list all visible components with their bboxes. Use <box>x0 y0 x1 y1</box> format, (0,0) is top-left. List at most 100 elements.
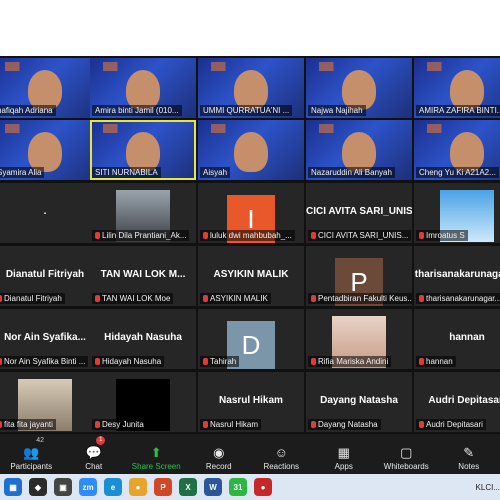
participant-tile-audri-depitasari[interactable]: Audri Depitasari Audri Depitasari <box>414 372 500 432</box>
notes-button[interactable]: ✎ Notes <box>438 434 500 474</box>
mic-muted-icon <box>203 232 208 239</box>
participant-name: Hidayah Nasuha <box>102 357 162 366</box>
edge-browser-icon[interactable]: e <box>104 478 122 496</box>
participant-name: Pentadbiran Fakulti Keus... <box>318 294 412 303</box>
participant-name: Aisyah <box>203 168 228 177</box>
participant-tile-imroatus[interactable]: Imroatus S <box>414 183 500 243</box>
participant-tile-asyikin-malik[interactable]: ASYIKIN MALIK ASYIKIN MALIK <box>198 246 304 306</box>
participant-name-tag: Dianatul Fitriyah <box>0 293 65 304</box>
record-button[interactable]: ◉ Record <box>188 434 251 474</box>
participant-tile-hidayah-nasuha[interactable]: Hidayah Nasuha Hidayah Nasuha <box>90 309 196 369</box>
participant-name-tag: ASYIKIN MALIK <box>200 293 271 304</box>
participants-count: 42 <box>36 437 45 444</box>
participant-display-name: ASYIKIN MALIK <box>213 268 289 280</box>
participant-name: ASYIKIN MALIK <box>210 294 268 303</box>
participant-tile-tahirah[interactable]: D Tahirah <box>198 309 304 369</box>
zoom-app-icon[interactable]: zm <box>79 478 97 496</box>
participant-tile-dianatul-fitriyah[interactable]: Dianatul Fitriyah Dianatul Fitriyah <box>0 246 98 306</box>
participant-display-name: tharisanakarunagaran <box>414 268 500 280</box>
participant-name-tag: Lilin Dila Prantiani_Ak... <box>92 230 190 241</box>
reactions-icon: ☺ <box>274 445 288 460</box>
participant-tile-luluk-dwi[interactable]: Iluluk dwi mahbubah_... <box>198 183 304 243</box>
participant-name-tag: hannan <box>416 356 456 367</box>
security-shield-icon[interactable]: ◆ <box>29 478 47 496</box>
share-screen-button[interactable]: ⬆ Share Screen <box>125 434 188 474</box>
apps-icon: ▦ <box>337 445 350 460</box>
record-icon: ◉ <box>213 445 225 460</box>
participant-tile-nor-ain-syafika[interactable]: Nor Ain Syafika... Nor Ain Syafika Binti … <box>0 309 98 369</box>
os-taskbar: ▦ ◆ ▣ zm e ● P X W 31 ● KLCI... <box>0 474 500 500</box>
participant-name-tag: Najwa Najihah <box>308 105 366 116</box>
participant-name-tag: Amira binti Jamil (010... <box>92 105 182 116</box>
windows-start-icon[interactable]: ▦ <box>4 478 22 496</box>
reactions-button[interactable]: ☺ Reactions <box>250 434 313 474</box>
whiteboards-button[interactable]: ▢ Whiteboards <box>375 434 438 474</box>
participant-name: Rifia Mariska Andini <box>318 357 389 366</box>
mic-muted-icon <box>311 421 316 428</box>
apps-button[interactable]: ▦ Apps <box>313 434 376 474</box>
participant-tile-syamira-alia[interactable]: Syamira Alia <box>0 120 98 180</box>
participant-tile-tan-wai-lok[interactable]: TAN WAI LOK M... TAN WAI LOK Moe <box>90 246 196 306</box>
participant-display-name: Dayang Natasha <box>320 394 398 406</box>
participant-tile-rifia-mariska[interactable]: Rifia Mariska Andini <box>306 309 412 369</box>
participant-tile-najwa-najihah[interactable]: Najwa Najihah <box>306 58 412 118</box>
participant-tile-desy-junita[interactable]: Desy Junita <box>90 372 196 432</box>
klci-ticker[interactable]: KLCI... <box>476 483 500 492</box>
participant-name: Syamira Alia <box>0 168 42 177</box>
participant-tile-cheng-yu-ki[interactable]: Cheng Yu Ki A21A2... <box>414 120 500 180</box>
participant-name-tag: UMMI QURRATUA'NI ... <box>200 105 293 116</box>
participant-tile-amira-zafira[interactable]: AMIRA ZAFIRA BINTI... <box>414 58 500 118</box>
zoom-app-label: zm <box>82 482 94 492</box>
participant-name-tag: Audri Depitasari <box>416 419 486 430</box>
participant-name-tag: tharisanakarunagar... <box>416 293 500 304</box>
word-icon[interactable]: W <box>204 478 222 496</box>
participant-display-name: CICI AVITA SARI_UNIS... <box>306 205 412 217</box>
participant-name-tag: Nor Ain Syafika Binti ... <box>0 356 89 367</box>
participant-name: Imroatus S <box>426 231 465 240</box>
chrome-profile-icon[interactable]: ● <box>254 478 272 496</box>
participant-tile-dot-user[interactable]: . <box>0 183 98 243</box>
participant-tile-nazaruddin[interactable]: Nazaruddin Ali Banyah <box>306 120 412 180</box>
share-screen-icon: ⬆ <box>150 445 162 460</box>
participant-tile-pentadbiran[interactable]: P Pentadbiran Fakulti Keus... <box>306 246 412 306</box>
participant-name: Nor Ain Syafika Binti ... <box>4 357 86 366</box>
chat-button[interactable]: 💬 1 Chat <box>63 434 126 474</box>
participant-tile-nasrul-hikam[interactable]: Nasrul Hikam Nasrul Hikam <box>198 372 304 432</box>
participant-tile-tharisanakarunagaran[interactable]: tharisanakarunagaran tharisanakarunagar..… <box>414 246 500 306</box>
powerpoint-icon[interactable]: P <box>154 478 172 496</box>
participant-tile-cici-avita[interactable]: CICI AVITA SARI_UNIS... CICI AVITA SARI_U… <box>306 183 412 243</box>
participant-name-tag: hafiqah Adriana <box>0 105 56 116</box>
participant-display-name: Audri Depitasari <box>428 394 500 406</box>
mic-muted-icon <box>0 295 2 302</box>
participant-tile-aisyah[interactable]: Aisyah <box>198 120 304 180</box>
participant-name: Dianatul Fitriyah <box>4 294 62 303</box>
participant-video <box>450 132 484 172</box>
participant-tile-lilin-dila[interactable]: Lilin Dila Prantiani_Ak... <box>90 183 196 243</box>
participant-name-tag: Desy Junita <box>92 419 147 430</box>
participant-name-tag: SITI NURNABILA <box>92 167 161 178</box>
mic-muted-icon <box>203 358 208 365</box>
participant-tile-dayang-natasha[interactable]: Dayang Natasha Dayang Natasha <box>306 372 412 432</box>
notes-label: Notes <box>458 462 480 471</box>
gallery-grid: hafiqah Adriana Amira binti Jamil (010...… <box>0 56 500 434</box>
participant-name-tag: TAN WAI LOK Moe <box>92 293 174 304</box>
participant-video <box>342 70 376 110</box>
app-grid-icon[interactable]: ▣ <box>54 478 72 496</box>
whatsapp-icon[interactable]: 31 <box>229 478 247 496</box>
participant-name: Nazaruddin Ali Banyah <box>311 168 392 177</box>
participant-tile-ummi-qurratua[interactable]: UMMI QURRATUA'NI ... <box>198 58 304 118</box>
participant-tile-hannan[interactable]: hannan hannan <box>414 309 500 369</box>
excel-icon[interactable]: X <box>179 478 197 496</box>
participant-name: Najwa Najihah <box>311 106 363 115</box>
participant-tile-hafiqah-adriana[interactable]: hafiqah Adriana <box>0 58 98 118</box>
participant-tile-fita-jayanti[interactable]: fita fita jayanti <box>0 372 98 432</box>
participant-display-name: Hidayah Nasuha <box>104 331 182 343</box>
participant-name-tag: luluk dwi mahbubah_... <box>200 230 295 241</box>
participant-name: Desy Junita <box>102 420 144 429</box>
participant-name: AMIRA ZAFIRA BINTI... <box>419 106 500 115</box>
chrome-browser-icon[interactable]: ● <box>129 478 147 496</box>
participant-tile-amira-binti-jamil[interactable]: Amira binti Jamil (010... <box>90 58 196 118</box>
share-screen-label: Share Screen <box>131 462 181 471</box>
participants-button[interactable]: 👥 42 Participants <box>0 434 63 474</box>
participant-tile-siti-nurnabila[interactable]: SITI NURNABILA <box>90 120 196 180</box>
